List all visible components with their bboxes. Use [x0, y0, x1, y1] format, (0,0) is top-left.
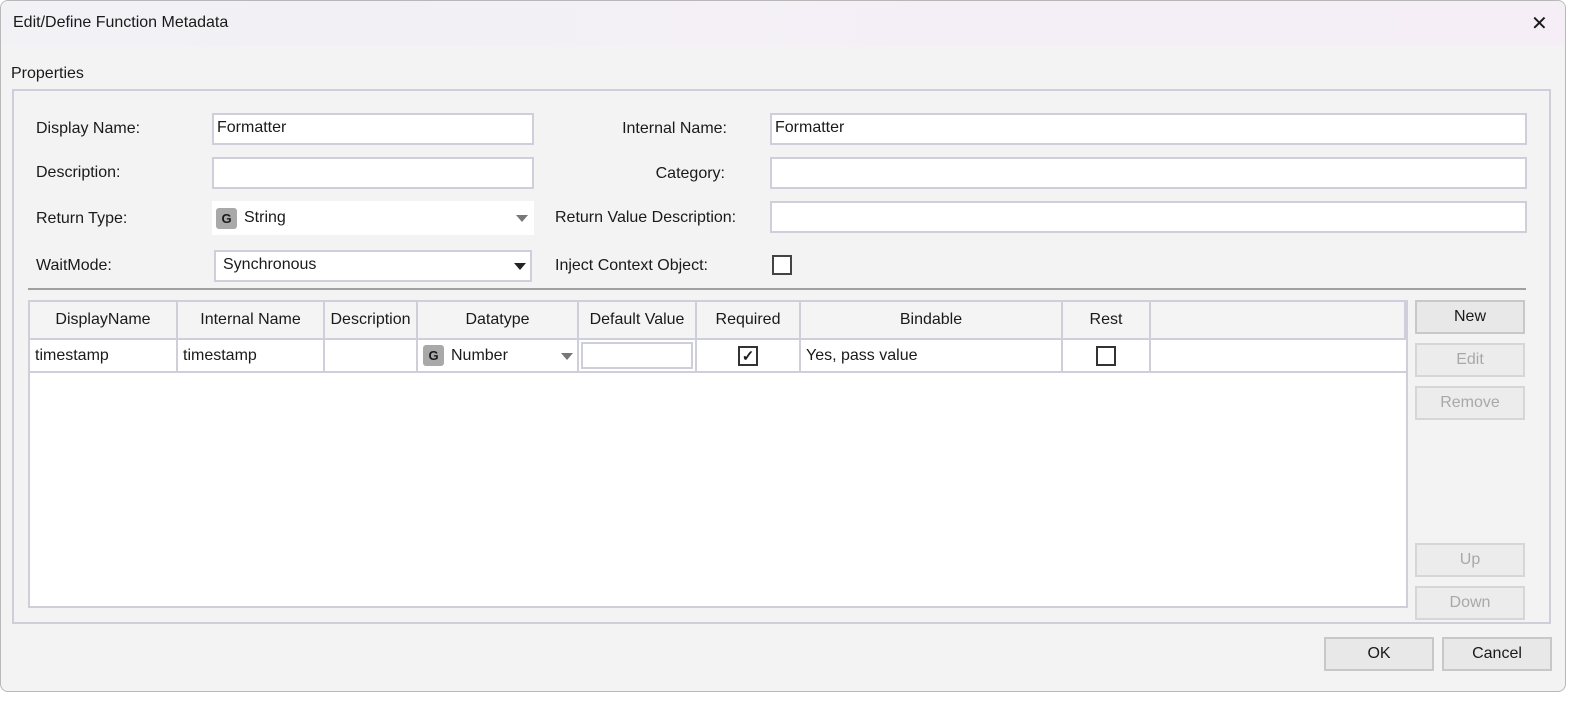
- up-button[interactable]: Up: [1415, 543, 1525, 577]
- internal-name-label: Internal Name:: [622, 120, 727, 137]
- return-value-description-label: Return Value Description:: [555, 209, 737, 226]
- window-title: Edit/Define Function Metadata: [13, 14, 229, 31]
- new-button[interactable]: New: [1415, 300, 1525, 334]
- cell-datatype-dropdown[interactable]: G Number: [418, 340, 579, 373]
- inject-context-checkbox[interactable]: [772, 255, 792, 275]
- column-header[interactable]: DisplayName: [30, 302, 178, 340]
- return-type-dropdown[interactable]: G String: [212, 201, 534, 235]
- description-input[interactable]: [212, 157, 534, 189]
- display-name-label: Display Name:: [36, 120, 141, 137]
- parameters-grid: DisplayName Internal Name Description Da…: [28, 300, 1408, 608]
- cell-description[interactable]: [325, 340, 418, 373]
- chevron-down-icon: [514, 263, 526, 270]
- internal-name-input[interactable]: Formatter: [770, 113, 1527, 145]
- remove-button[interactable]: Remove: [1415, 386, 1525, 420]
- category-label: Category:: [655, 165, 725, 182]
- title-bar: Edit/Define Function Metadata ✕: [1, 1, 1565, 45]
- wait-mode-value: Synchronous: [223, 256, 317, 273]
- column-header[interactable]: Description: [325, 302, 418, 340]
- type-badge-icon: G: [216, 207, 237, 229]
- return-type-value: String: [244, 209, 286, 226]
- cell-required: ✓: [697, 340, 801, 373]
- default-value-input[interactable]: [581, 342, 693, 369]
- close-icon[interactable]: ✕: [1531, 11, 1548, 36]
- cell-empty: [1151, 340, 1406, 373]
- column-header: [1151, 302, 1406, 340]
- cell-rest: [1063, 340, 1151, 373]
- inject-context-label: Inject Context Object:: [555, 257, 708, 274]
- rest-checkbox[interactable]: [1096, 345, 1116, 366]
- cell-bindable[interactable]: Yes, pass value: [801, 340, 1063, 373]
- cancel-button[interactable]: Cancel: [1442, 637, 1552, 671]
- group-label: Properties: [11, 65, 84, 82]
- description-label: Description:: [36, 164, 121, 181]
- chevron-down-icon: [516, 215, 528, 222]
- chevron-down-icon: [561, 353, 573, 360]
- category-input[interactable]: [770, 157, 1527, 189]
- column-header[interactable]: Bindable: [801, 302, 1063, 340]
- cell-internal-name[interactable]: timestamp: [178, 340, 325, 373]
- column-header[interactable]: Required: [697, 302, 801, 340]
- column-header[interactable]: Datatype: [418, 302, 579, 340]
- return-value-description-input[interactable]: [770, 201, 1527, 233]
- cell-default-value[interactable]: [579, 340, 697, 373]
- separator: [28, 288, 1526, 290]
- wait-mode-select[interactable]: Synchronous: [214, 250, 532, 282]
- ok-button[interactable]: OK: [1324, 637, 1434, 671]
- column-header[interactable]: Default Value: [579, 302, 697, 340]
- required-checkbox[interactable]: ✓: [738, 345, 758, 366]
- column-header[interactable]: Rest: [1063, 302, 1151, 340]
- dialog-window: Edit/Define Function Metadata ✕ Properti…: [0, 0, 1566, 692]
- wait-mode-label: WaitMode:: [36, 257, 112, 274]
- type-badge-icon: G: [423, 345, 444, 366]
- cell-display-name[interactable]: timestamp: [30, 340, 178, 373]
- down-button[interactable]: Down: [1415, 586, 1525, 620]
- edit-button[interactable]: Edit: [1415, 343, 1525, 377]
- column-header[interactable]: Internal Name: [178, 302, 325, 340]
- datatype-value: Number: [451, 346, 508, 364]
- return-type-label: Return Type:: [36, 210, 128, 227]
- display-name-input[interactable]: Formatter: [212, 113, 534, 145]
